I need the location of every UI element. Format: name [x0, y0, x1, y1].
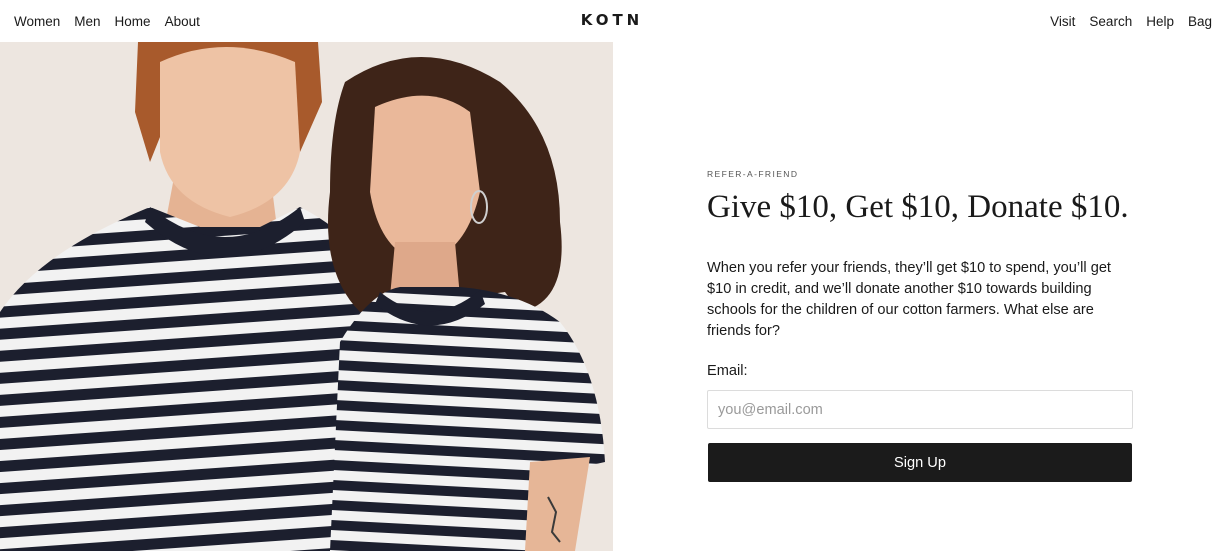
- email-field[interactable]: [707, 390, 1133, 429]
- page-title: Give $10, Get $10, Donate $10.: [707, 189, 1129, 225]
- hero-illustration: [0, 42, 613, 551]
- nav-help-link[interactable]: Help: [1146, 14, 1174, 29]
- email-label: Email:: [707, 363, 748, 379]
- nav-bag-link[interactable]: Bag: [1188, 14, 1212, 29]
- nav-about-link[interactable]: About: [165, 14, 200, 29]
- hero-image: [0, 42, 613, 551]
- description-text: When you refer your friends, they’ll get…: [707, 260, 1111, 339]
- primary-nav: Women Men Home About: [14, 0, 214, 42]
- sign-up-button[interactable]: Sign Up: [708, 443, 1132, 482]
- utility-nav: Visit Search Help Bag: [1036, 0, 1212, 42]
- nav-search-link[interactable]: Search: [1089, 14, 1132, 29]
- site-header: Women Men Home About KOTN Visit Search H…: [0, 0, 1220, 42]
- brand-logo[interactable]: KOTN: [577, 11, 644, 29]
- eyebrow-label: REFER-A-FRIEND: [707, 169, 799, 179]
- nav-women-link[interactable]: Women: [14, 14, 60, 29]
- nav-home-link[interactable]: Home: [115, 14, 151, 29]
- nav-visit-link[interactable]: Visit: [1050, 14, 1075, 29]
- nav-men-link[interactable]: Men: [74, 14, 100, 29]
